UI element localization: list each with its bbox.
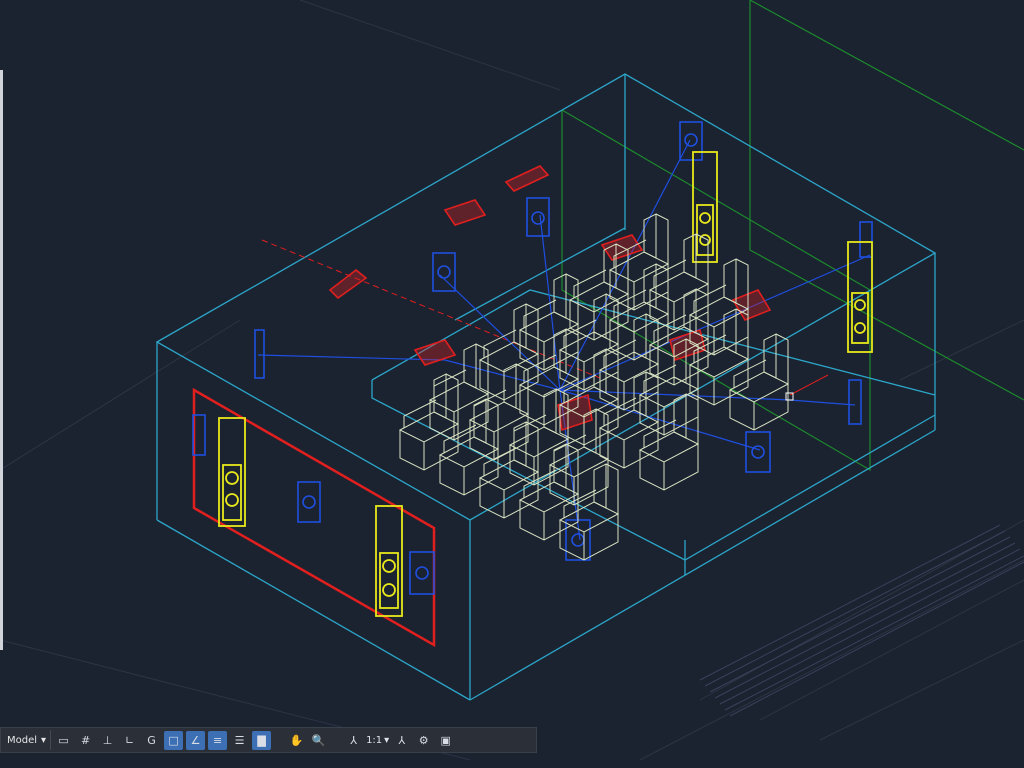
- fixture-red: [328, 268, 368, 300]
- speaker-blue: [409, 551, 435, 595]
- speaker-blue: [297, 481, 321, 523]
- seat: [608, 213, 670, 311]
- isolate-objects-icon[interactable]: ▣: [436, 731, 455, 750]
- seat: [398, 373, 460, 471]
- seat: [688, 308, 750, 406]
- snap-icon[interactable]: ⊥: [98, 731, 117, 750]
- model-space-icon[interactable]: ▭: [54, 731, 73, 750]
- axis-stub: [789, 374, 829, 396]
- seat: [598, 313, 660, 411]
- speaker-yellow: [692, 151, 718, 263]
- speaker-blue: [432, 252, 456, 292]
- speaker-blue: [254, 329, 265, 379]
- speaker-yellow: [375, 505, 403, 617]
- speaker-yellow: [218, 417, 246, 527]
- zoom-icon[interactable]: 🔍: [309, 731, 328, 750]
- fixture-red: [504, 165, 550, 192]
- polar-tracking-icon[interactable]: G: [142, 731, 161, 750]
- status-bar: Model ▾ ▭ # ⊥ ∟ G □ ∠ ≡ ☰ ▇ ✋ 🔍 ⅄ 1:1 ▾ …: [0, 727, 537, 753]
- annotation-autoscale-icon[interactable]: ⅄: [392, 731, 411, 750]
- chevron-down-icon: ▾: [384, 734, 390, 746]
- drawing-viewport[interactable]: [0, 0, 1024, 768]
- seat: [648, 233, 710, 331]
- annotation-visibility-icon[interactable]: ⅄: [344, 731, 363, 750]
- seat: [638, 393, 700, 491]
- seat: [518, 273, 580, 371]
- side-panel-edge: [0, 70, 3, 650]
- ortho-icon[interactable]: ∟: [120, 731, 139, 750]
- seat: [558, 293, 620, 391]
- seat: [558, 463, 620, 561]
- seating-layout: [398, 213, 790, 561]
- selection-cycling-icon[interactable]: ▇: [252, 730, 272, 750]
- fixture-red: [731, 289, 772, 321]
- surround-speakers: [192, 121, 873, 595]
- seat: [508, 388, 570, 486]
- seat: [438, 398, 500, 496]
- lineweight-icon[interactable]: ≡: [208, 730, 228, 750]
- speaker-yellow: [847, 241, 873, 353]
- speaker-blue: [859, 221, 873, 258]
- transparency-icon[interactable]: ☰: [230, 731, 249, 750]
- speaker-blue: [848, 379, 862, 425]
- pan-hand-icon[interactable]: ✋: [287, 731, 306, 750]
- seat: [478, 421, 540, 519]
- seat: [468, 363, 530, 461]
- chevron-down-icon: ▾: [41, 734, 47, 746]
- fixture-red: [443, 199, 487, 226]
- object-snap-icon[interactable]: □: [164, 730, 184, 750]
- annotation-scale-value: 1:1: [366, 734, 383, 746]
- seat: [598, 371, 660, 469]
- model-label: Model: [7, 734, 38, 746]
- speaker-blue: [679, 121, 703, 161]
- speaker-blue: [745, 431, 771, 473]
- annotation-scale[interactable]: 1:1 ▾: [366, 735, 389, 746]
- speaker-blue: [526, 197, 550, 237]
- model-tab[interactable]: Model ▾: [3, 730, 52, 750]
- room-outline: [155, 73, 937, 701]
- floor-hatch: [699, 524, 1024, 717]
- workspace-switch-icon[interactable]: ⚙: [414, 731, 433, 750]
- object-snap-tracking-icon[interactable]: ∠: [186, 730, 206, 750]
- front-speakers: [218, 151, 873, 617]
- grid-icon[interactable]: #: [76, 731, 95, 750]
- seat: [478, 303, 540, 401]
- seat: [728, 333, 790, 431]
